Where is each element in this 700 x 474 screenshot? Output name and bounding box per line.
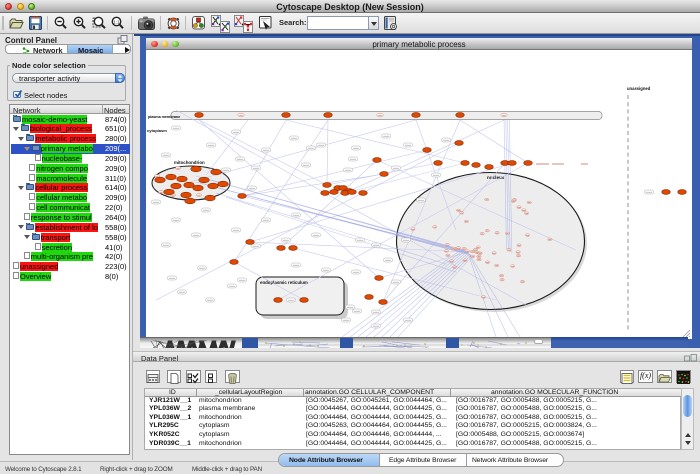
svg-text:plasma membrane: plasma membrane bbox=[148, 115, 180, 119]
svg-text:endoplasmic reticulum: endoplasmic reticulum bbox=[260, 280, 308, 285]
svg-text:mitochondrion: mitochondrion bbox=[174, 160, 205, 165]
svg-text:unassigned: unassigned bbox=[627, 86, 651, 91]
svg-text:cytoplasm: cytoplasm bbox=[147, 128, 167, 133]
svg-text:1:1: 1:1 bbox=[113, 19, 120, 24]
